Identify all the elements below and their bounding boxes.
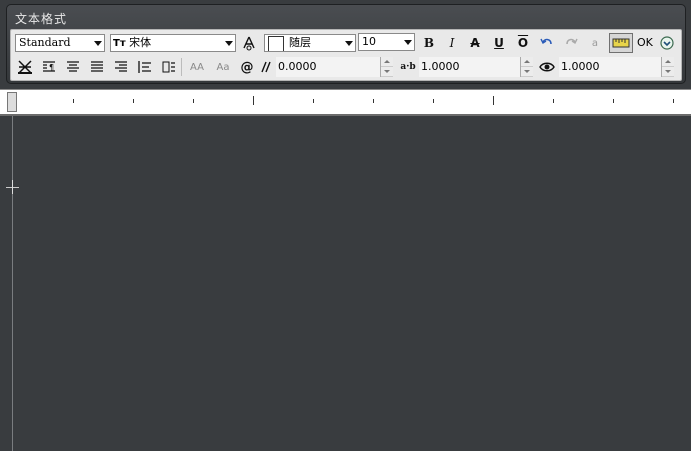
oblique-spinner[interactable] [380,57,393,77]
ruler[interactable] [0,89,691,116]
width-factor-spinner[interactable] [661,57,674,77]
tracking-value: 1.0000 [421,60,460,73]
ruler-tick [253,96,254,105]
width-factor-input[interactable]: 1.0000 [559,57,674,77]
italic-button[interactable]: I [442,33,462,53]
oblique-angle-value: 0.0000 [278,60,317,73]
numbering-icon [162,61,175,73]
width-factor-value: 1.0000 [561,60,600,73]
chevron-down-icon [404,40,412,45]
indent-handle[interactable] [7,92,17,112]
text-format-window: 文本格式 Standard Tт 宋体 随层 10 B I A U O a OK… [6,4,686,84]
symbol-icon: @ [240,59,254,75]
toolbar-row-2: ¶ AA Aa @ 0.0000 a·b 1.0000 1.0000 [11,56,681,79]
toolbar-separator [181,58,182,76]
columns-button[interactable] [15,57,35,77]
ruler-tick [373,99,374,103]
align-center-button[interactable] [63,57,83,77]
truetype-font-icon: Tт [113,38,126,49]
left-margin-line [12,116,13,451]
ruler-tick [133,99,134,103]
svg-text:¶: ¶ [49,63,54,72]
align-center-icon [67,61,79,72]
ruler-tick [313,99,314,103]
text-caret [12,180,13,194]
oblique-angle-input[interactable]: 0.0000 [276,57,393,77]
color-combo[interactable]: 随层 [264,34,356,52]
color-combo-value: 随层 [289,36,311,49]
columns-icon [18,60,32,74]
color-swatch [268,36,284,51]
underline-button[interactable]: U [489,33,509,53]
width-factor-icon [537,57,557,77]
uppercase-button[interactable]: AA [185,57,209,77]
tracking-spinner[interactable] [520,57,533,77]
ruler-tick [193,99,194,103]
font-combo-value: 宋体 [129,36,152,49]
text-format-toolbar: Standard Tт 宋体 随层 10 B I A U O a OK ¶ AA… [10,29,682,81]
ok-button[interactable]: OK [637,36,653,49]
text-height-value: 10 [362,35,376,48]
stack-button[interactable]: a [585,33,605,53]
text-editor-area[interactable] [0,116,691,451]
paragraph-align-icon: ¶ [43,61,55,72]
align-right-icon [115,61,127,72]
window-title: 文本格式 [15,12,68,26]
lowercase-icon: Aa [216,61,230,73]
font-combo[interactable]: Tт 宋体 [110,34,236,52]
paragraph-button[interactable]: ¶ [39,57,59,77]
style-combo-value: Standard [19,36,71,49]
uppercase-icon: AA [190,61,204,73]
ruler-tick [493,96,494,105]
undo-icon [540,38,552,45]
line-spacing-icon [138,61,151,73]
text-height-combo[interactable]: 10 [358,33,415,51]
strikethrough-button[interactable]: A [465,33,485,53]
redo-button[interactable] [561,33,581,53]
justify-button[interactable] [87,57,107,77]
undo-button[interactable] [537,33,557,53]
tracking-icon: a·b [400,62,416,72]
line-spacing-button[interactable] [135,57,155,77]
options-button[interactable] [657,33,677,53]
ruler-icon [612,38,630,48]
stack-icon: a [591,37,599,49]
chevron-down-icon [94,41,102,46]
ruler-tick [613,99,614,103]
ruler-tick [553,99,554,103]
annotative-icon [243,36,255,51]
chevron-down-icon [345,41,353,46]
chevron-down-circle-icon [660,36,674,50]
chevron-down-icon [225,41,233,46]
align-right-button[interactable] [111,57,131,77]
bold-button[interactable]: B [419,33,439,53]
tracking-input[interactable]: 1.0000 [419,57,533,77]
symbol-button[interactable]: @ [237,57,257,77]
oblique-angle-icon [258,57,274,77]
overline-button[interactable]: O [513,33,533,53]
redo-icon [566,38,578,45]
ruler-tick [433,99,434,103]
ruler-toggle-button[interactable] [609,33,633,53]
style-combo[interactable]: Standard [15,34,105,52]
lowercase-button[interactable]: Aa [211,57,235,77]
oblique-icon-svg [261,61,271,73]
annotative-button[interactable] [239,33,259,53]
ruler-tick [73,99,74,103]
ruler-tick [673,99,674,103]
eye-icon [539,62,555,72]
numbering-button[interactable] [159,57,179,77]
justify-icon [91,61,103,72]
toolbar-row-1: Standard Tт 宋体 随层 10 B I A U O a OK [11,32,681,55]
